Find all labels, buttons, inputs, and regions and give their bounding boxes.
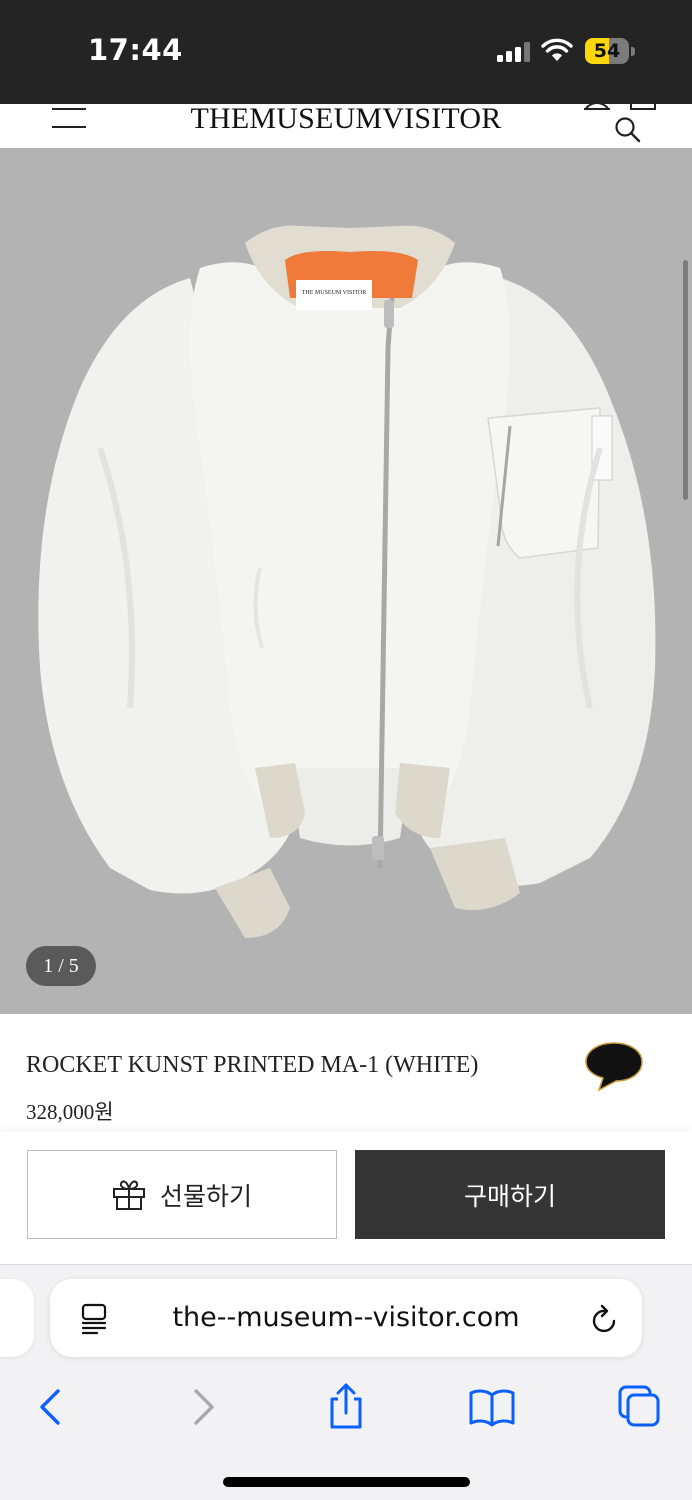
product-info: ROCKET KUNST PRINTED MA-1 (WHITE) 328,00… (0, 1014, 692, 1132)
gift-button[interactable]: 선물하기 (27, 1150, 337, 1239)
status-time: 17:44 (88, 33, 183, 67)
tabs-icon[interactable] (612, 1381, 664, 1433)
site-header: THEMUSEUMVISITOR (0, 104, 692, 148)
cart-icon[interactable] (628, 104, 658, 110)
address-bar[interactable]: the--museum--visitor.com (50, 1279, 642, 1357)
buy-button-label: 구매하기 (463, 1181, 556, 1211)
bookmarks-icon[interactable] (466, 1381, 518, 1433)
buy-button[interactable]: 구매하기 (355, 1150, 665, 1239)
chat-bubble-icon[interactable] (583, 1040, 645, 1092)
neck-label-text: THE MUSEUM VISITOR (302, 290, 366, 296)
purchase-action-bar: 선물하기 구매하기 (0, 1132, 692, 1264)
status-bar: 17:44 54 (0, 0, 692, 104)
battery-level: 54 (593, 40, 621, 62)
gift-button-label: 선물하기 (159, 1181, 252, 1211)
gift-icon (112, 1180, 145, 1210)
previous-tab-preview[interactable] (0, 1279, 34, 1357)
home-indicator (223, 1477, 470, 1487)
product-photo: THE MUSEUM VISITOR (38, 225, 656, 938)
scroll-indicator (683, 260, 688, 500)
search-icon[interactable] (613, 116, 641, 144)
reader-icon[interactable] (80, 1303, 108, 1335)
product-image-gallery[interactable]: THE MUSEUM VISITOR 1 / 5 (0, 148, 692, 1014)
image-counter: 1 / 5 (26, 946, 96, 986)
address-url[interactable]: the--museum--visitor.com (50, 1279, 642, 1357)
product-name: ROCKET KUNST PRINTED MA-1 (WHITE) (26, 1052, 479, 1078)
battery-icon: 54 (585, 38, 635, 64)
back-icon[interactable] (26, 1381, 78, 1433)
forward-icon[interactable] (176, 1381, 228, 1433)
account-icon[interactable] (582, 104, 612, 110)
product-price: 328,000원 (26, 1100, 114, 1124)
wifi-icon (541, 38, 573, 61)
browser-toolbar: the--museum--visitor.com (0, 1264, 692, 1500)
share-icon[interactable] (320, 1381, 372, 1433)
signal-icon (497, 42, 530, 62)
reload-icon[interactable] (590, 1303, 620, 1335)
